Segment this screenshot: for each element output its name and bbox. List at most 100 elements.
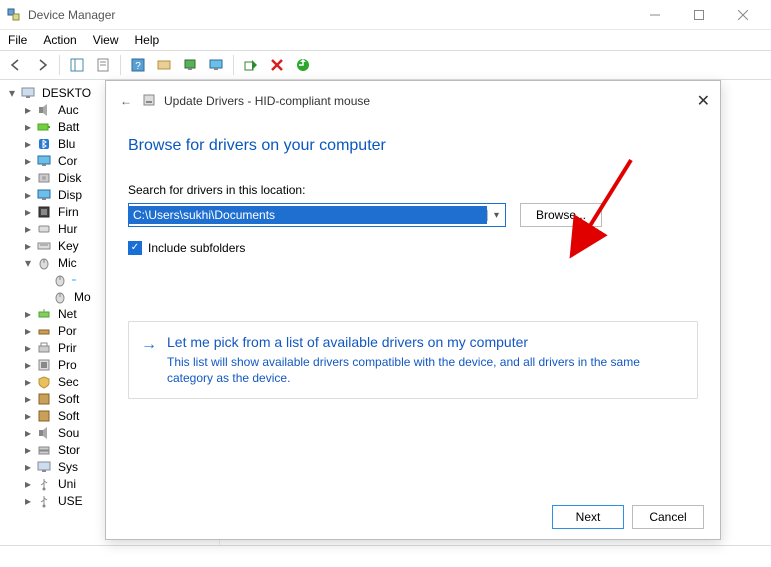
device-icon <box>36 493 52 509</box>
menu-file[interactable]: File <box>8 33 27 47</box>
tree-item-label: Firn <box>56 205 81 219</box>
tree-item-label: Uni <box>56 477 78 491</box>
update-driver-button[interactable] <box>178 53 202 77</box>
menu-view[interactable]: View <box>93 33 119 47</box>
device-icon <box>36 221 52 237</box>
dialog-close-button[interactable]: ✕ <box>680 91 710 111</box>
option-description: This list will show available drivers co… <box>167 354 681 386</box>
forward-button[interactable] <box>30 53 54 77</box>
device-icon <box>36 119 52 135</box>
tree-item-label: Sys <box>56 460 80 474</box>
device-icon <box>36 459 52 475</box>
menu-action[interactable]: Action <box>43 33 76 47</box>
expand-icon[interactable]: ▸ <box>22 104 34 116</box>
browse-button[interactable]: Browse... <box>520 203 602 227</box>
option-title: Let me pick from a list of available dri… <box>167 334 681 350</box>
uninstall-device-button[interactable] <box>265 53 289 77</box>
include-subfolders-label: Include subfolders <box>148 241 245 255</box>
expand-icon[interactable]: ▸ <box>22 325 34 337</box>
tree-item-label: Cor <box>56 154 79 168</box>
device-icon <box>36 238 52 254</box>
close-button[interactable] <box>721 0 765 30</box>
device-icon <box>36 340 52 356</box>
expand-icon <box>38 274 50 286</box>
expand-icon[interactable]: ▸ <box>22 376 34 388</box>
device-icon <box>36 136 52 152</box>
dialog-back-button[interactable]: ← <box>116 94 136 108</box>
expand-icon[interactable]: ▸ <box>22 478 34 490</box>
svg-text:?: ? <box>135 61 141 72</box>
expand-icon[interactable]: ▸ <box>22 172 34 184</box>
device-icon <box>36 153 52 169</box>
expand-icon[interactable]: ▸ <box>22 189 34 201</box>
mouse-icon <box>52 289 68 305</box>
back-button[interactable] <box>4 53 28 77</box>
device-icon <box>36 442 52 458</box>
path-combobox[interactable]: ▾ <box>128 203 506 227</box>
device-icon <box>36 391 52 407</box>
drive-icon <box>142 93 158 110</box>
window-title: Device Manager <box>28 8 633 22</box>
chevron-down-icon[interactable]: ▾ <box>487 210 505 221</box>
tree-item-label: Hur <box>56 222 79 236</box>
tree-item-label: Soft <box>56 392 81 406</box>
toolbar-separator <box>120 55 121 75</box>
dialog-header: ← Update Drivers - HID-compliant mouse ✕ <box>106 81 720 121</box>
properties-button[interactable] <box>91 53 115 77</box>
expand-icon[interactable]: ▸ <box>22 121 34 133</box>
expand-icon[interactable]: ▸ <box>22 155 34 167</box>
expand-icon[interactable]: ▸ <box>22 461 34 473</box>
next-button[interactable]: Next <box>552 505 624 529</box>
toolbar-separator <box>59 55 60 75</box>
collapse-icon[interactable]: ▾ <box>6 87 18 99</box>
window-controls <box>633 0 765 30</box>
device-icon <box>36 323 52 339</box>
expand-icon[interactable]: ▸ <box>22 495 34 507</box>
expand-icon[interactable]: ▸ <box>22 427 34 439</box>
app-icon <box>6 7 22 23</box>
expand-icon[interactable]: ▸ <box>22 223 34 235</box>
arrow-right-icon: → <box>141 336 157 386</box>
pick-from-list-option[interactable]: → Let me pick from a list of available d… <box>128 321 698 399</box>
monitor-icon[interactable] <box>204 53 228 77</box>
include-subfolders-row[interactable]: ✓ Include subfolders <box>128 241 698 255</box>
tree-item-label <box>72 279 76 281</box>
menu-help[interactable]: Help <box>135 33 160 47</box>
search-location-label: Search for drivers in this location: <box>128 183 698 197</box>
maximize-button[interactable] <box>677 0 721 30</box>
toolbar: ? <box>0 50 771 80</box>
expand-icon[interactable]: ▸ <box>22 359 34 371</box>
expand-icon[interactable]: ▾ <box>22 257 34 269</box>
tree-item-label: Por <box>56 324 79 338</box>
checkbox-checked-icon[interactable]: ✓ <box>128 241 142 255</box>
cancel-button[interactable]: Cancel <box>632 505 704 529</box>
enable-device-button[interactable] <box>239 53 263 77</box>
expand-icon[interactable]: ▸ <box>22 308 34 320</box>
update-driver-dialog: ← Update Drivers - HID-compliant mouse ✕… <box>105 80 721 540</box>
mouse-icon <box>52 272 68 288</box>
tree-item-label: Key <box>56 239 81 253</box>
device-icon <box>36 255 52 271</box>
help-button[interactable]: ? <box>126 53 150 77</box>
tree-item-label: Disp <box>56 188 84 202</box>
show-hide-console-button[interactable] <box>65 53 89 77</box>
status-bar <box>0 545 771 567</box>
path-input[interactable] <box>129 206 487 224</box>
tree-item-label: Pro <box>56 358 79 372</box>
device-icon <box>36 187 52 203</box>
expand-icon[interactable]: ▸ <box>22 393 34 405</box>
expand-icon[interactable]: ▸ <box>22 410 34 422</box>
expand-icon[interactable]: ▸ <box>22 240 34 252</box>
page-heading: Browse for drivers on your computer <box>128 137 698 155</box>
title-bar: Device Manager <box>0 0 771 30</box>
tree-item-label: Blu <box>56 137 77 151</box>
minimize-button[interactable] <box>633 0 677 30</box>
scan-hardware-button[interactable] <box>152 53 176 77</box>
expand-icon[interactable]: ▸ <box>22 206 34 218</box>
expand-icon[interactable]: ▸ <box>22 444 34 456</box>
tree-item-label: Soft <box>56 409 81 423</box>
dialog-footer: Next Cancel <box>552 505 704 529</box>
add-device-button[interactable] <box>291 53 315 77</box>
expand-icon[interactable]: ▸ <box>22 342 34 354</box>
expand-icon[interactable]: ▸ <box>22 138 34 150</box>
